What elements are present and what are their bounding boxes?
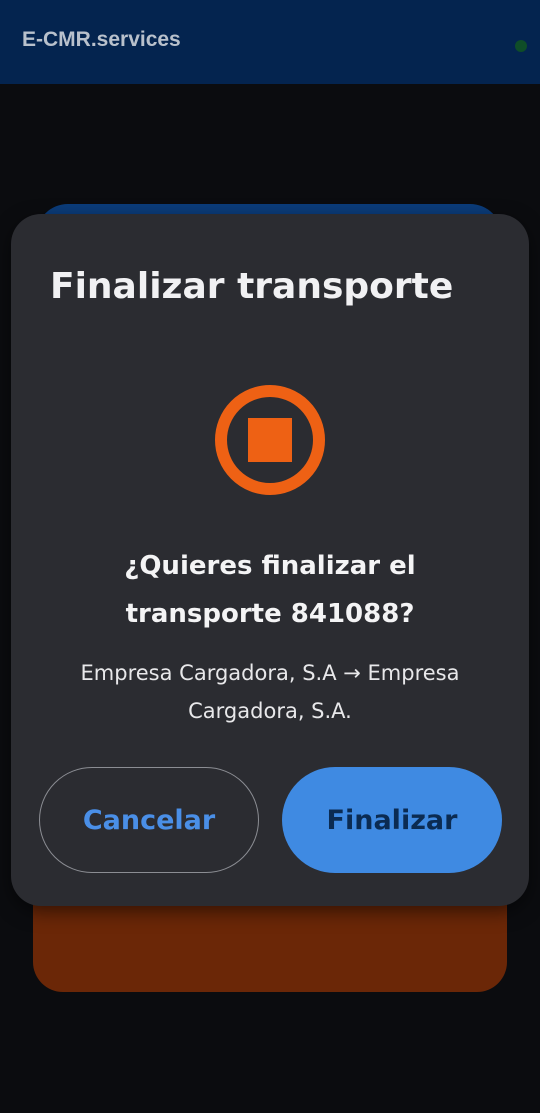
finalize-button[interactable]: Finalizar (282, 767, 502, 873)
question-line-2: transporte 841088? (125, 599, 415, 629)
route-line-2: Cargadora, S.A. (188, 699, 352, 723)
stop-circle-icon (215, 385, 325, 495)
dialog-title: Finalizar transporte (50, 266, 454, 307)
question-line-1: ¿Quieres finalizar el (124, 551, 416, 581)
screen: E-CMR.services Finalizar transporte ¿Qui… (0, 0, 540, 1113)
finalize-transport-dialog: Finalizar transporte ¿Quieres finalizar … (11, 214, 529, 906)
app-bar: E-CMR.services (0, 0, 540, 84)
status-indicator (515, 40, 527, 52)
route-line-1: Empresa Cargadora, S.A → Empresa (80, 661, 460, 685)
confirmation-question: ¿Quieres finalizar el transporte 841088? (31, 542, 509, 638)
app-title: E-CMR.services (22, 28, 181, 51)
transport-route: Empresa Cargadora, S.A → Empresa Cargado… (41, 654, 499, 730)
cancel-button[interactable]: Cancelar (39, 767, 259, 873)
